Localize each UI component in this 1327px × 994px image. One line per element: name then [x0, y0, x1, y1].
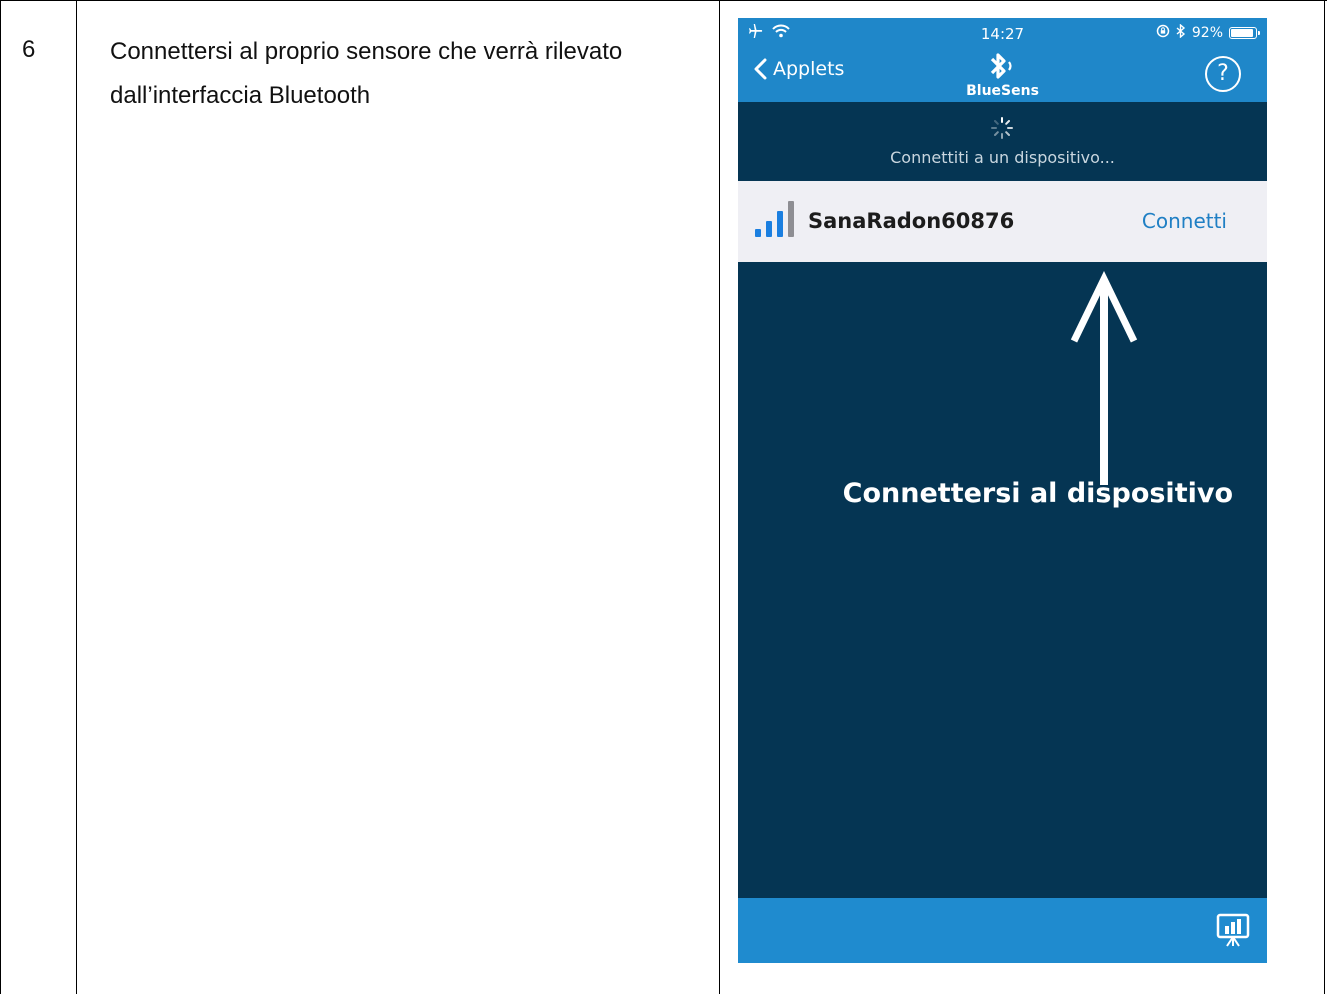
annotation-label: Connettersi al dispositivo — [842, 478, 1233, 509]
lock-rotation-icon — [1156, 24, 1170, 42]
step-instruction: Connettersi al proprio sensore che verrà… — [110, 38, 623, 109]
table-border-col1 — [76, 0, 77, 994]
status-right: 92% — [1156, 23, 1260, 42]
signal-strength-icon — [755, 201, 794, 237]
connection-status-text: Connettiti a un dispositivo... — [890, 148, 1115, 167]
battery-level — [1231, 29, 1253, 37]
bottom-toolbar — [738, 898, 1267, 963]
status-bar: 14:27 92% — [738, 18, 1267, 48]
arrow-up-icon — [1070, 271, 1138, 485]
presentation-chart-icon[interactable] — [1215, 912, 1251, 948]
battery-percent: 92% — [1191, 25, 1223, 41]
device-name: SanaRadon60876 — [808, 209, 1015, 233]
app-name: BlueSens — [966, 83, 1039, 99]
table-border-left — [0, 0, 1, 994]
table-border-top — [0, 0, 1327, 1]
device-list-item[interactable]: SanaRadon60876 Connetti — [738, 181, 1267, 262]
loading-spinner-icon — [991, 117, 1013, 139]
navigation-bar: 14:27 92% Applets BlueSens ? — [738, 18, 1267, 102]
table-border-right — [1324, 0, 1325, 994]
connect-button[interactable]: Connetti — [1142, 209, 1227, 233]
help-button[interactable]: ? — [1205, 56, 1241, 92]
bluetooth-icon — [990, 53, 1012, 79]
connection-status-panel: Connettiti a un dispositivo... — [738, 102, 1267, 181]
bluetooth-status-icon — [1176, 23, 1186, 42]
step-number: 6 — [22, 36, 36, 63]
table-border-col2 — [719, 0, 720, 994]
app-logo: BlueSens — [738, 52, 1267, 99]
battery-icon — [1229, 27, 1260, 39]
phone-screenshot: 14:27 92% Applets BlueSens ? Connettiti … — [738, 18, 1267, 963]
